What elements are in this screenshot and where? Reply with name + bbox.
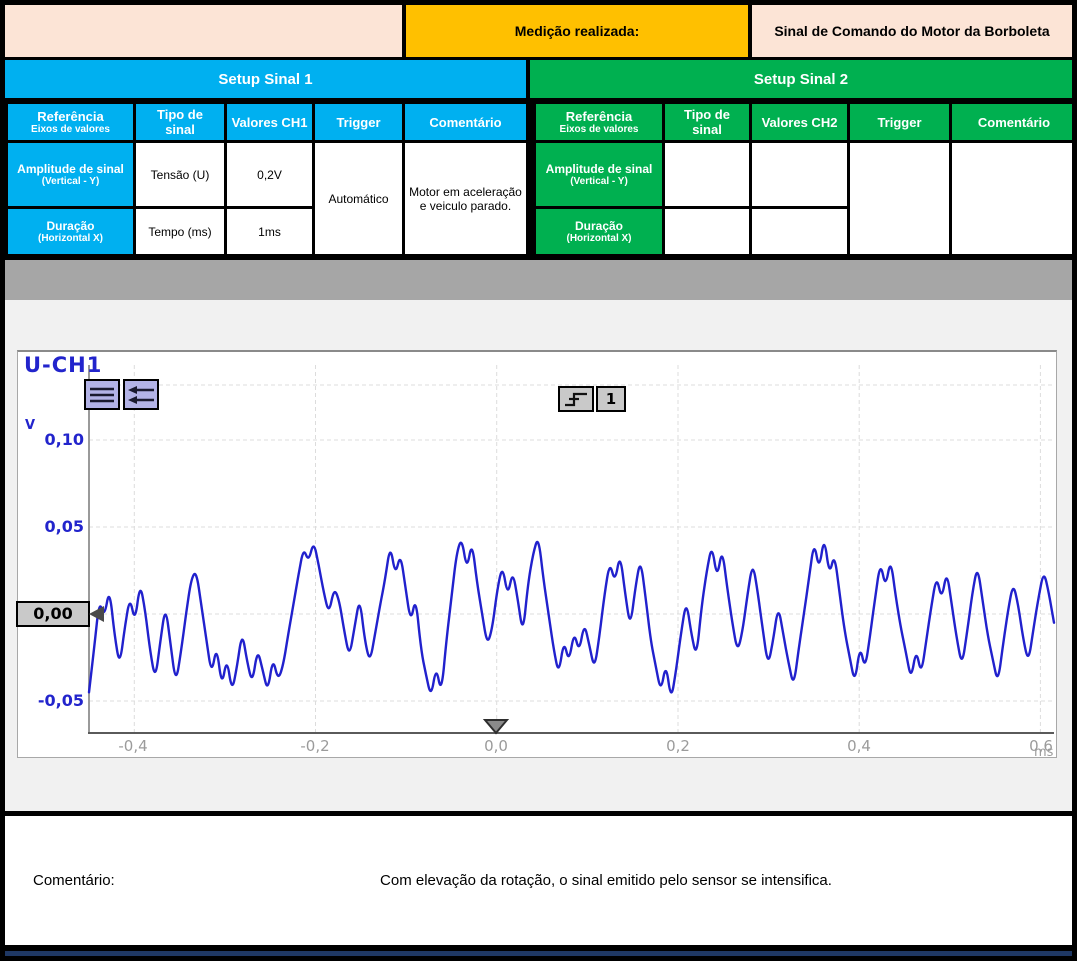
- x-tick-m02: -0,2: [293, 737, 337, 755]
- setup2-comentario-value[interactable]: [951, 142, 1073, 256]
- setup1-amplitude-valor: 0,2V: [226, 142, 314, 208]
- setup1-col-referencia: Referência Eixos de valores: [7, 103, 135, 142]
- setup2-amplitude-tipo[interactable]: [664, 142, 751, 208]
- trigger-channel-button[interactable]: 1: [596, 386, 626, 412]
- setup1-col-valores: Valores CH1: [226, 103, 314, 142]
- setup2-col-comentario: Comentário: [951, 103, 1073, 142]
- setup1-table: Referência Eixos de valores Tipo de sina…: [5, 101, 529, 257]
- measurement-value: Sinal de Comando do Motor da Borboleta: [752, 5, 1072, 57]
- setup1-amplitude-tipo: Tensão (U): [135, 142, 226, 208]
- horizontal-lines-button[interactable]: [84, 379, 120, 410]
- y-axis-unit-label: V: [25, 418, 35, 433]
- y-tick-010: 0,10: [36, 430, 84, 449]
- setup2-col-tipo: Tipo de sinal: [664, 103, 751, 142]
- comment-section: Comentário: Com elevação da rotação, o s…: [5, 816, 1072, 945]
- x-tick-m04: -0,4: [111, 737, 155, 755]
- setup2-duracao-valor[interactable]: [751, 208, 849, 256]
- zero-level-arrow-icon[interactable]: [89, 606, 104, 622]
- setup1-row-amplitude: Amplitude de sinal (Vertical - Y): [7, 142, 135, 208]
- header-blank-cell: [5, 5, 402, 57]
- trigger-edge-button[interactable]: [558, 386, 594, 412]
- setup1-col-comentario: Comentário: [404, 103, 528, 142]
- setup1-duracao-valor: 1ms: [226, 208, 314, 256]
- x-tick-02: 0,2: [656, 737, 700, 755]
- setup2-col-valores: Valores CH2: [751, 103, 849, 142]
- trigger-indicator: 1: [558, 386, 626, 412]
- scope-toolbar: [84, 379, 159, 410]
- setup1-trigger-value: Automático: [314, 142, 404, 256]
- x-tick-04: 0,4: [837, 737, 881, 755]
- setup2-trigger-value[interactable]: [849, 142, 951, 256]
- worksheet-page: Medição realizada: Sinal de Comando do M…: [0, 0, 1077, 961]
- setup2-row-duracao: Duração (Horizontal X): [535, 208, 664, 256]
- setup2-amplitude-valor[interactable]: [751, 142, 849, 208]
- arrows-left-button[interactable]: [123, 379, 159, 410]
- setup2-row-amplitude: Amplitude de sinal (Vertical - Y): [535, 142, 664, 208]
- comment-text: Com elevação da rotação, o sinal emitido…: [5, 872, 1072, 889]
- setup2-col-referencia: Referência Eixos de valores: [535, 103, 664, 142]
- setup-tables: Referência Eixos de valores Tipo de sina…: [5, 101, 1072, 257]
- setup1-row-duracao: Duração (Horizontal X): [7, 208, 135, 256]
- zero-level-handle[interactable]: 0,00: [16, 601, 90, 627]
- setup1-comentario-value: Motor em aceleração e veiculo parado.: [404, 142, 528, 256]
- oscilloscope-panel: U-CH1: [17, 350, 1057, 758]
- setup2-table: Referência Eixos de valores Tipo de sina…: [533, 101, 1072, 257]
- trigger-edge-icon: [563, 389, 589, 409]
- trigger-position-marker[interactable]: [482, 718, 510, 735]
- y-tick-005: 0,05: [36, 517, 84, 536]
- x-tick-00: 0,0: [474, 737, 518, 755]
- setup-banners: Setup Sinal 1 Setup Sinal 2: [5, 60, 1072, 98]
- setup1-col-tipo: Tipo de sinal: [135, 103, 226, 142]
- waveform-svg: [18, 352, 1058, 760]
- y-tick-m005: -0,05: [36, 691, 84, 710]
- measurement-label: Medição realizada:: [406, 5, 748, 57]
- horizontal-lines-icon: [88, 384, 116, 406]
- setup2-col-trigger: Trigger: [849, 103, 951, 142]
- setup2-banner: Setup Sinal 2: [530, 60, 1072, 98]
- scope-region: U-CH1: [5, 300, 1072, 811]
- setup2-duracao-tipo[interactable]: [664, 208, 751, 256]
- setup1-duracao-tipo: Tempo (ms): [135, 208, 226, 256]
- channel-label: U-CH1: [24, 353, 102, 377]
- setup1-banner: Setup Sinal 1: [5, 60, 526, 98]
- top-header: Medição realizada: Sinal de Comando do M…: [5, 5, 1072, 57]
- arrows-left-icon: [127, 384, 155, 406]
- setup1-col-trigger: Trigger: [314, 103, 404, 142]
- gray-separator-band: [5, 260, 1072, 300]
- x-axis-unit-label: ms: [1034, 745, 1053, 760]
- bottom-blue-strip: [5, 951, 1072, 956]
